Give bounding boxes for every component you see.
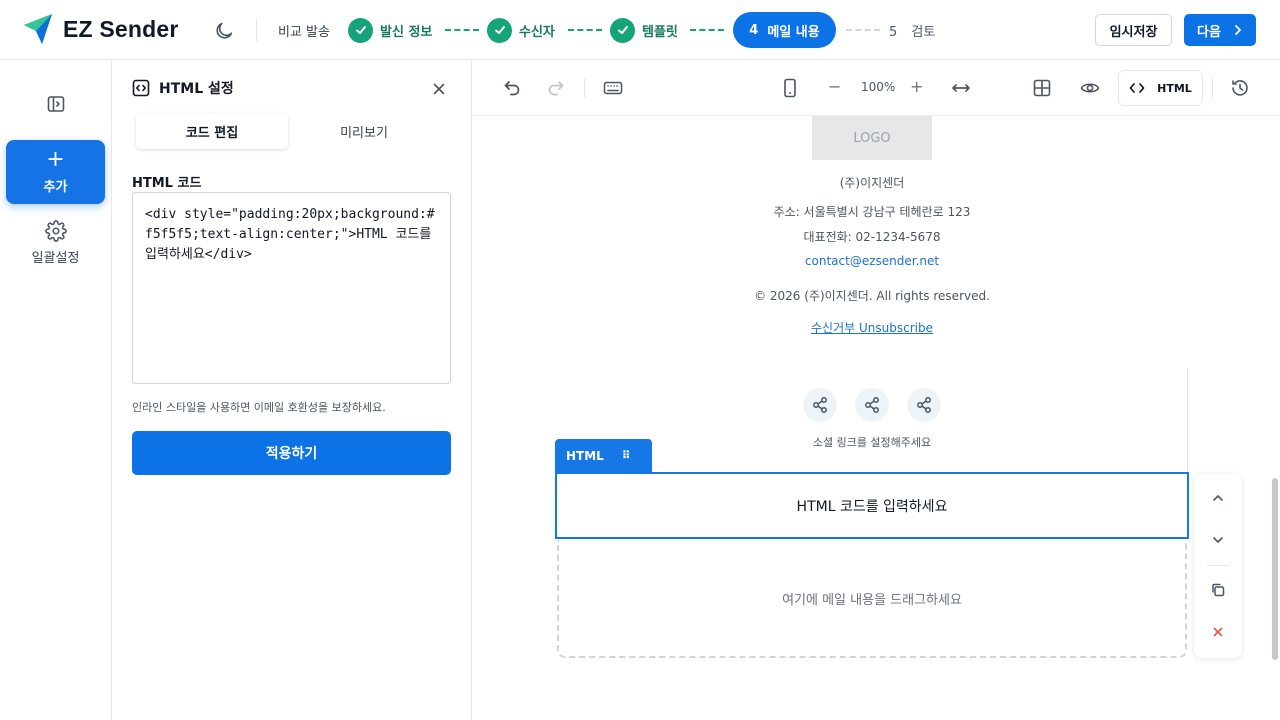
panel-tabs: 코드 편집 미리보기 — [136, 113, 450, 149]
step-recipients[interactable]: 수신자 — [487, 17, 555, 43]
eye-icon[interactable] — [1080, 78, 1100, 98]
html-settings-panel: HTML 설정 코드 편집 미리보기 HTML 코드 인라인 스타일을 사용하면… — [112, 60, 472, 720]
check-icon — [610, 17, 635, 43]
html-code-editor[interactable] — [132, 192, 451, 384]
share-icon — [813, 397, 827, 413]
mode-label: 비교 발송 — [278, 25, 330, 40]
company-name: (주)이지센더 — [839, 176, 905, 190]
redo-icon[interactable] — [546, 78, 566, 98]
grid-icon[interactable] — [1032, 78, 1052, 98]
fit-width-icon[interactable] — [951, 78, 971, 98]
panel-title: HTML 설정 — [159, 81, 234, 97]
step-label: 메일 내용 — [767, 24, 820, 40]
duplicate-icon[interactable] — [1210, 582, 1226, 598]
top-bar: EZ Sender 비교 발송 발신 정보 수신자 템플릿 4 메일 내용 5 … — [0, 0, 1280, 60]
tab-preview[interactable]: 미리보기 — [288, 113, 440, 149]
email-canvas: LOGO (주)이지센더 주소: 서울특별시 강남구 테헤란로 123 대표전화… — [472, 116, 1280, 720]
check-icon — [487, 17, 512, 43]
share-icon — [865, 397, 879, 413]
step-connector — [568, 29, 602, 31]
zoom-level: 100% — [861, 80, 896, 94]
canvas-scrollbar[interactable] — [1272, 478, 1278, 660]
divider — [1212, 78, 1213, 98]
step-label: 템플릿 — [642, 24, 678, 40]
step-label: 수신자 — [519, 24, 555, 40]
code-brackets-icon — [1129, 83, 1145, 93]
social-link-3[interactable] — [907, 388, 941, 422]
block-type-label: HTML — [566, 448, 604, 463]
bulk-settings-label: 일괄설정 — [31, 251, 80, 266]
divider — [1187, 368, 1188, 472]
plus-icon: + — [46, 146, 65, 172]
left-rail: + 추가 일괄설정 — [0, 60, 112, 720]
html-view-label: HTML — [1157, 81, 1192, 95]
unsubscribe-link[interactable]: 수신거부 Unsubscribe — [811, 321, 933, 335]
code-icon — [132, 79, 150, 97]
code-field-label: HTML 코드 — [132, 176, 202, 191]
brand[interactable]: EZ Sender — [22, 12, 179, 46]
html-block-selected[interactable]: HTML 코드를 입력하세요 — [555, 472, 1189, 539]
chevron-right-icon — [1235, 25, 1241, 35]
code-hint: 인라인 스타일을 사용하면 이메일 호환성을 보장하세요. — [132, 401, 386, 414]
html-block-tag[interactable]: HTML ⠿ — [555, 439, 652, 472]
divider — [1206, 565, 1230, 566]
delete-icon[interactable] — [1210, 624, 1226, 640]
next-button[interactable]: 다음 — [1184, 14, 1256, 46]
sidebar-toggle-icon[interactable] — [46, 94, 66, 114]
step-number: 5 — [889, 25, 898, 40]
add-block-button[interactable]: + 추가 — [6, 140, 105, 204]
tab-code-edit[interactable]: 코드 편집 — [136, 113, 288, 149]
social-link-1[interactable] — [803, 388, 837, 422]
social-link-2[interactable] — [855, 388, 889, 422]
step-connector — [846, 29, 880, 31]
copyright: © 2026 (주)이지센더. All rights reserved. — [754, 289, 990, 303]
company-email-line: contact@ezsender.net — [472, 254, 1272, 268]
share-icon — [917, 397, 931, 413]
apply-button[interactable]: 적용하기 — [132, 431, 451, 475]
zoom-in-button[interactable]: + — [910, 77, 923, 96]
add-block-label: 추가 — [43, 179, 68, 195]
gear-icon — [44, 220, 67, 242]
moon-icon[interactable] — [213, 20, 235, 42]
step-connector — [445, 29, 479, 31]
divider — [584, 78, 585, 98]
undo-icon[interactable] — [502, 78, 522, 98]
canvas-toolbar: − 100% + HTML — [472, 60, 1280, 116]
zoom-out-button[interactable]: − — [828, 77, 841, 96]
step-review[interactable]: 5 검토 — [889, 21, 935, 40]
company-address: 주소: 서울특별시 강남구 테헤란로 123 — [773, 205, 971, 219]
paper-plane-logo-icon — [24, 14, 52, 44]
step-connector — [690, 29, 724, 31]
move-up-icon[interactable] — [1210, 490, 1226, 506]
html-view-button[interactable]: HTML — [1118, 70, 1203, 106]
step-label: 발신 정보 — [380, 24, 433, 40]
check-icon — [348, 17, 373, 43]
drop-zone[interactable]: 여기에 메일 내용을 드래그하세요 — [557, 540, 1187, 658]
unsubscribe-line: 수신거부 Unsubscribe — [472, 319, 1272, 336]
next-button-label: 다음 — [1197, 24, 1221, 40]
divider — [256, 18, 257, 42]
panel-header: HTML 설정 — [132, 78, 234, 98]
company-phone: 대표전화: 02-1234-5678 — [803, 230, 941, 244]
step-label: 검토 — [911, 25, 936, 40]
step-sender-info[interactable]: 발신 정보 — [348, 17, 432, 43]
keyboard-icon[interactable] — [603, 78, 623, 98]
logo-placeholder[interactable]: LOGO — [812, 116, 932, 160]
brand-name: EZ Sender — [63, 15, 179, 42]
step-template[interactable]: 템플릿 — [610, 17, 678, 43]
move-down-icon[interactable] — [1210, 532, 1226, 548]
bulk-settings-button[interactable]: 일괄설정 — [6, 220, 105, 268]
close-icon[interactable] — [431, 81, 447, 97]
block-actions-toolbar — [1194, 474, 1242, 658]
save-draft-button[interactable]: 임시저장 — [1095, 14, 1172, 46]
history-icon[interactable] — [1230, 78, 1250, 98]
company-email-link[interactable]: contact@ezsender.net — [805, 254, 939, 268]
mobile-preview-icon[interactable] — [780, 78, 800, 98]
step-number: 4 — [749, 22, 759, 38]
step-mail-content[interactable]: 4 메일 내용 — [733, 12, 836, 48]
drag-handle-icon[interactable]: ⠿ — [622, 449, 631, 462]
